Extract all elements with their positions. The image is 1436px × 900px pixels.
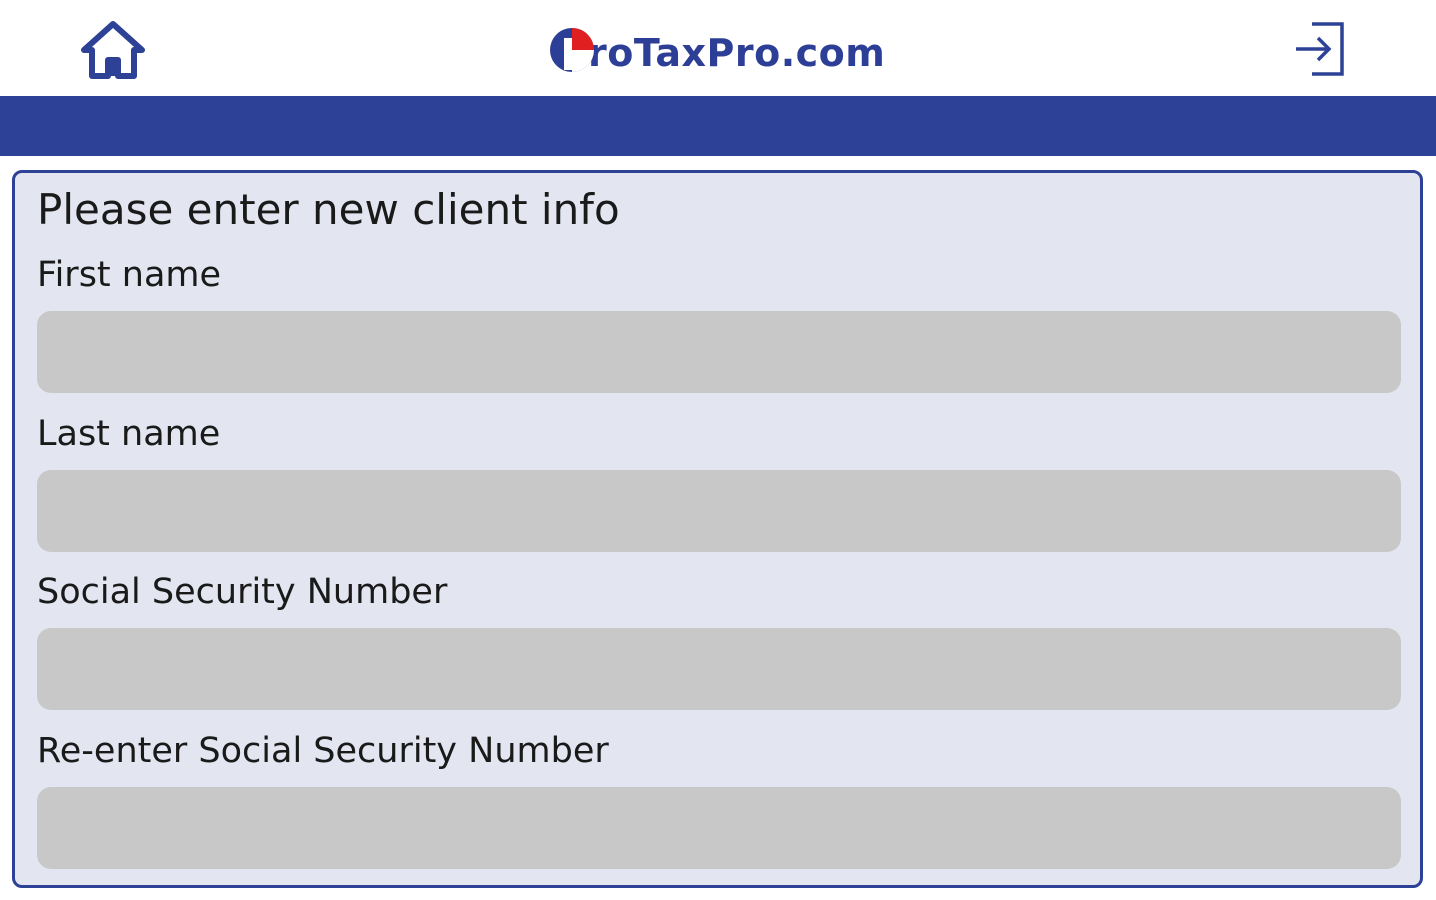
title-bar — [0, 96, 1436, 156]
last-name-input[interactable] — [37, 470, 1401, 552]
logo-text: roTaxPro.com — [588, 31, 886, 75]
ssn-input[interactable] — [37, 628, 1401, 710]
last-name-label: Last name — [37, 414, 221, 454]
ssn-confirm-input[interactable] — [37, 787, 1401, 869]
first-name-label: First name — [37, 255, 222, 295]
first-name-input[interactable] — [37, 311, 1401, 393]
ssn-confirm-label: Re-enter Social Security Number — [37, 731, 609, 771]
app-header: roTaxPro.com — [0, 0, 1436, 96]
sign-in-button[interactable] — [1290, 18, 1350, 80]
login-arrow-icon — [1296, 22, 1344, 76]
form-title: Please enter new client info — [37, 185, 620, 234]
brand-logo: roTaxPro.com — [548, 22, 885, 78]
home-button[interactable] — [80, 18, 146, 80]
home-icon — [81, 21, 145, 79]
logo-mark-icon — [548, 26, 596, 74]
ssn-label: Social Security Number — [37, 572, 448, 612]
client-info-panel: Please enter new client info First name … — [12, 170, 1423, 888]
